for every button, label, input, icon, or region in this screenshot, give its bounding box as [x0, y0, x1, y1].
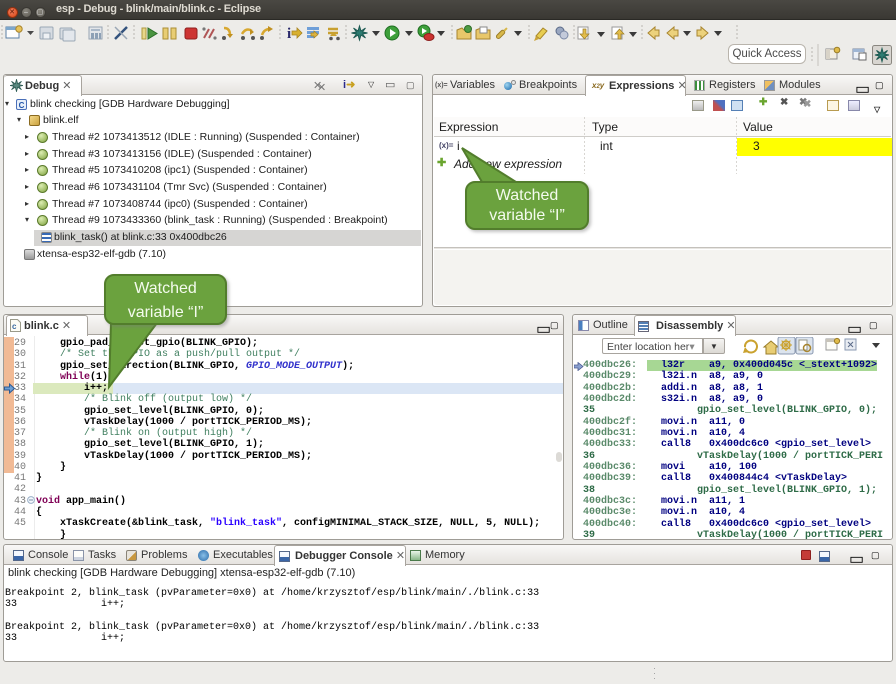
svg-text:i: i: [287, 26, 291, 42]
svg-text:c: c: [12, 322, 17, 331]
